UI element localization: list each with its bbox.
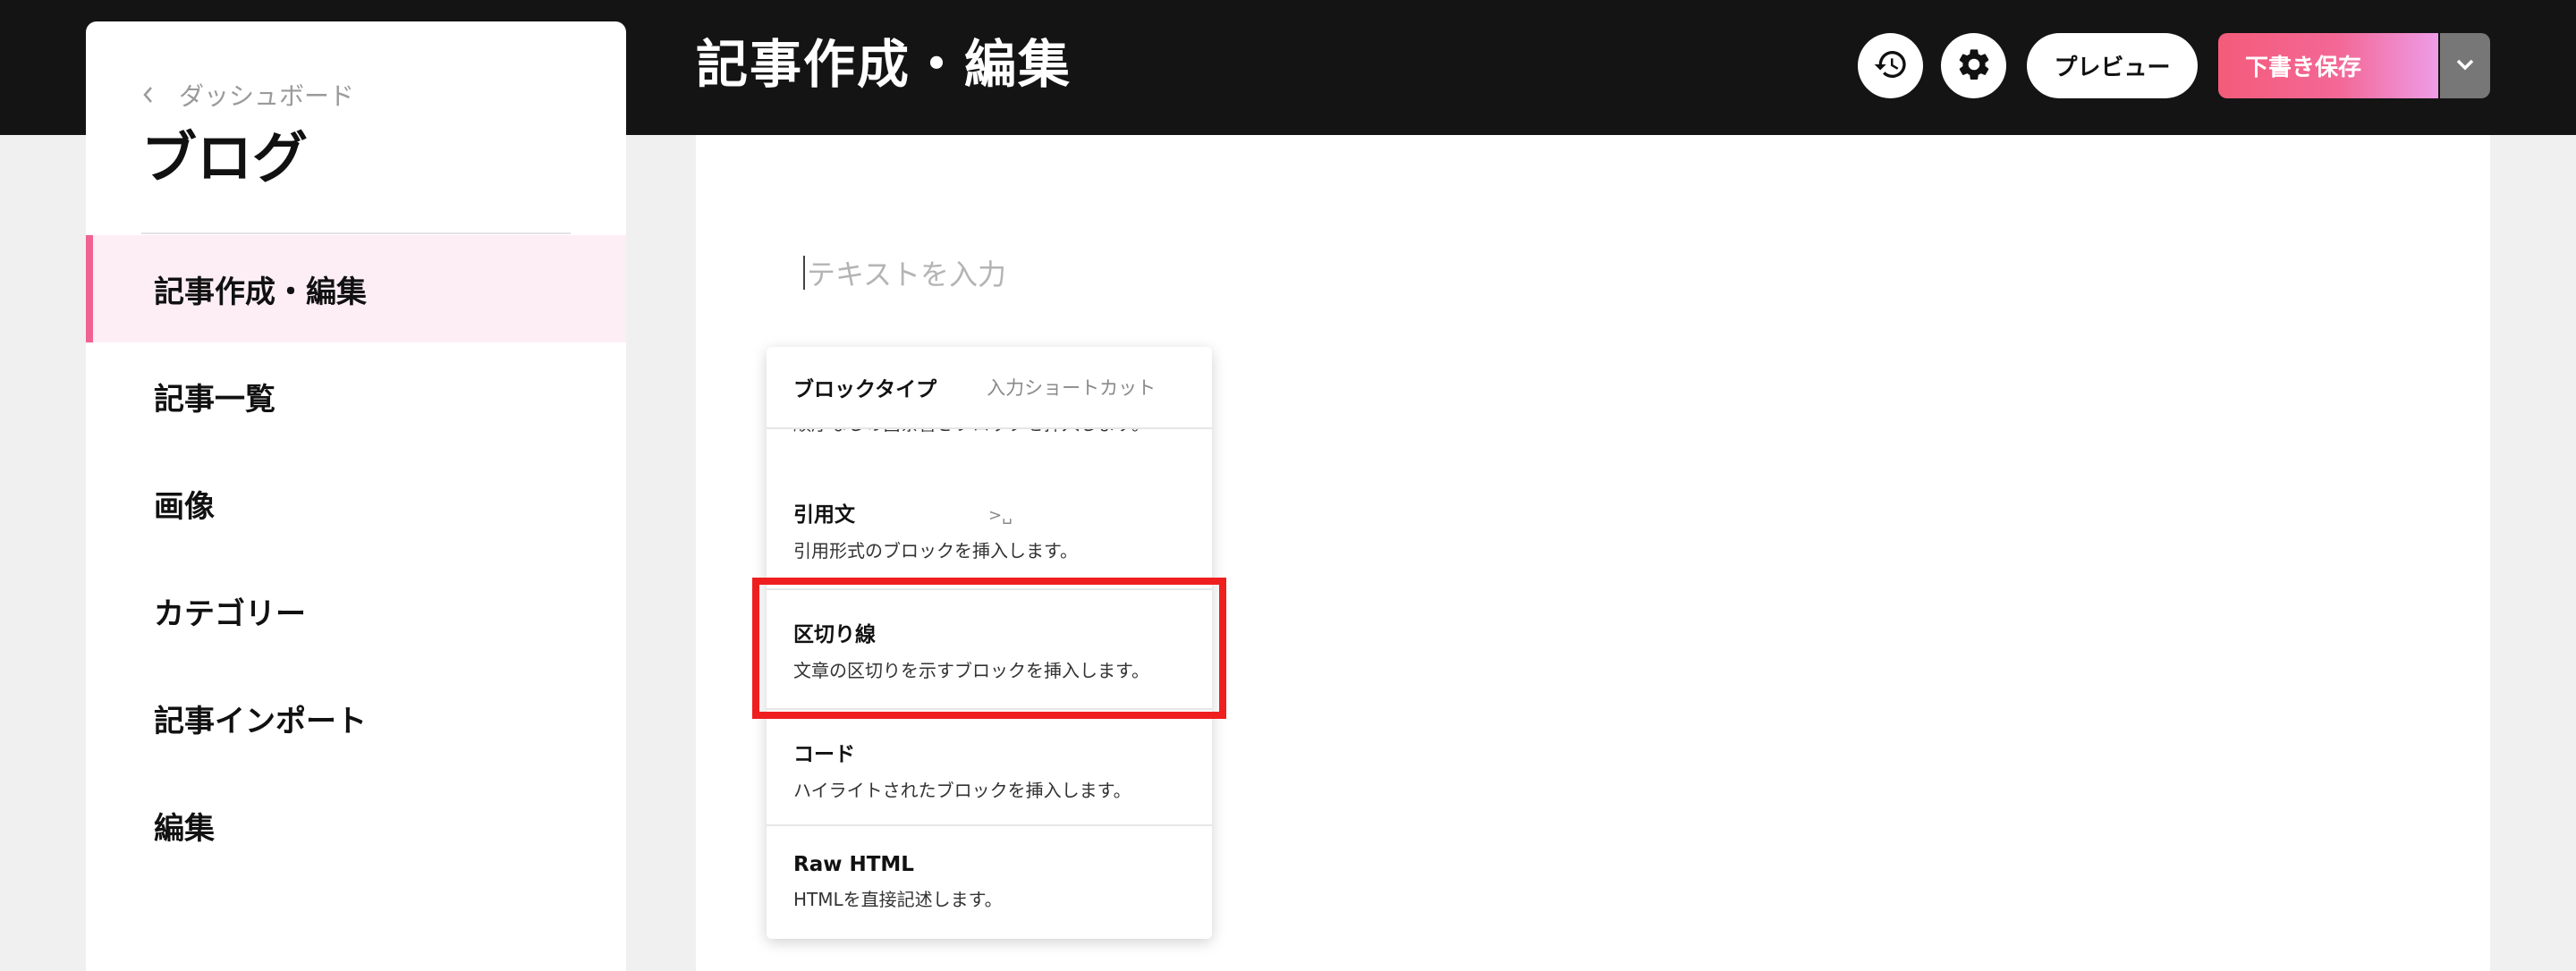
block-item-quote[interactable]: 引用文 >␣ 引用形式のブロックを挿入します。 bbox=[767, 470, 1212, 590]
block-item-name: Raw HTML bbox=[793, 853, 914, 876]
sidebar: ダッシュボード ブログ 記事作成・編集 記事一覧 画像 カテゴリー 記事インポー… bbox=[86, 21, 626, 971]
editor-text-input[interactable]: テキストを入力 bbox=[803, 252, 1006, 293]
sidebar-divider bbox=[141, 232, 571, 234]
save-draft-button[interactable]: 下書き保存 bbox=[2218, 33, 2438, 98]
sidebar-item-categories[interactable]: カテゴリー bbox=[86, 557, 626, 664]
block-item-desc: HTMLを直接記述します。 bbox=[793, 889, 1003, 910]
back-link-label[interactable]: ダッシュボード bbox=[179, 77, 354, 113]
chevron-left-icon bbox=[141, 85, 154, 105]
page-title: 記事作成・編集 bbox=[696, 34, 1072, 95]
breadcrumb[interactable]: ダッシュボード bbox=[141, 77, 354, 113]
block-item-shortcut: >␣ bbox=[988, 506, 1013, 525]
history-icon bbox=[1873, 46, 1909, 86]
block-menu-header-shortcut: 入力ショートカット bbox=[987, 377, 1157, 399]
block-item-desc: 引用形式のブロックを挿入します。 bbox=[793, 540, 1078, 561]
settings-button[interactable] bbox=[1941, 33, 2006, 98]
preview-button[interactable]: プレビュー bbox=[2027, 33, 2198, 98]
gear-icon bbox=[1955, 46, 1993, 87]
sidebar-title: ブログ bbox=[141, 125, 309, 190]
sidebar-item-article-list[interactable]: 記事一覧 bbox=[86, 342, 626, 450]
history-button[interactable] bbox=[1858, 33, 1923, 98]
sidebar-item-label: 編集 bbox=[154, 810, 215, 847]
sidebar-item-edit[interactable]: 編集 bbox=[86, 772, 626, 879]
text-caret bbox=[803, 256, 805, 290]
block-item-raw-html[interactable]: Raw HTML HTMLを直接記述します。 bbox=[767, 826, 1212, 939]
highlight-box bbox=[752, 578, 1226, 719]
sidebar-item-import[interactable]: 記事インポート bbox=[86, 664, 626, 772]
block-item-code[interactable]: コード ハイライトされたブロックを挿入します。 bbox=[767, 710, 1212, 826]
sidebar-item-label: 記事作成・編集 bbox=[154, 274, 367, 310]
sidebar-item-create-edit[interactable]: 記事作成・編集 bbox=[86, 235, 626, 342]
chevron-down-icon bbox=[2454, 57, 2476, 75]
save-options-dropdown[interactable] bbox=[2440, 33, 2490, 98]
block-menu-header-type: ブロックタイプ bbox=[793, 378, 937, 401]
block-menu-header: ブロックタイプ 入力ショートカット bbox=[767, 347, 1212, 429]
block-item-name: コード bbox=[793, 743, 855, 766]
block-item-desc: ハイライトされたブロックを挿入します。 bbox=[793, 780, 1131, 801]
sidebar-item-label: 記事インポート bbox=[154, 703, 367, 739]
sidebar-item-label: 画像 bbox=[154, 488, 215, 525]
sidebar-item-label: カテゴリー bbox=[154, 595, 306, 632]
sidebar-item-label: 記事一覧 bbox=[154, 381, 275, 418]
editor-placeholder: テキストを入力 bbox=[807, 258, 1007, 291]
sidebar-item-images[interactable]: 画像 bbox=[86, 450, 626, 557]
